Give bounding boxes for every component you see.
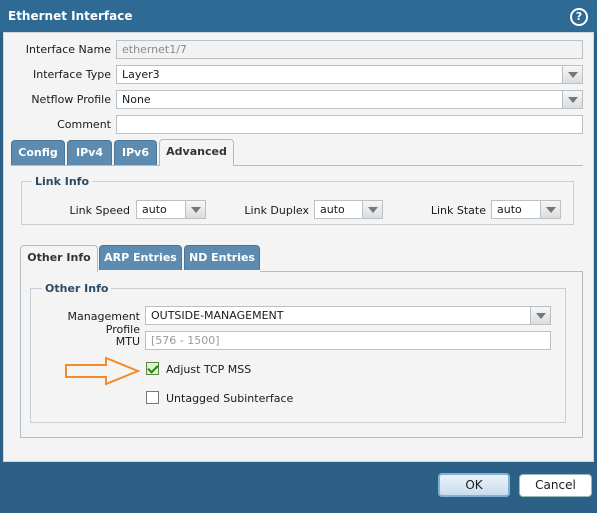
subtab-underline xyxy=(260,271,583,272)
subtab-arp-entries[interactable]: ARP Entries xyxy=(99,245,182,270)
untagged-subinterface-checkbox[interactable] xyxy=(146,391,159,404)
link-duplex-select[interactable]: auto xyxy=(314,200,383,219)
link-speed-label: Link Speed xyxy=(69,204,130,217)
link-info-title: Link Info xyxy=(32,175,93,188)
mtu-placeholder: [576 - 1500] xyxy=(151,334,220,347)
management-profile-select[interactable]: OUTSIDE-MANAGEMENT xyxy=(145,306,551,325)
chevron-down-icon[interactable] xyxy=(540,201,560,218)
chevron-down-icon[interactable] xyxy=(185,201,205,218)
chevron-down-icon[interactable] xyxy=(562,91,582,108)
comment-label: Comment xyxy=(57,118,111,131)
mtu-label: MTU xyxy=(115,335,140,348)
interface-type-value: Layer3 xyxy=(122,68,160,81)
other-info-title: Other Info xyxy=(42,282,112,295)
title-bar: Ethernet Interface ? xyxy=(0,0,597,32)
adjust-tcp-mss-checkbox[interactable] xyxy=(146,362,159,375)
interface-type-select[interactable]: Layer3 xyxy=(116,65,583,84)
untagged-subinterface-label: Untagged Subinterface xyxy=(166,392,294,405)
link-speed-select[interactable]: auto xyxy=(136,200,206,219)
netflow-profile-value: None xyxy=(122,93,151,106)
adjust-tcp-mss-label: Adjust TCP MSS xyxy=(166,363,252,376)
tab-config[interactable]: Config xyxy=(11,140,65,165)
tab-advanced[interactable]: Advanced xyxy=(159,139,234,166)
tab-ipv6[interactable]: IPv6 xyxy=(114,140,157,165)
arrow-right-icon xyxy=(65,356,141,386)
link-duplex-label: Link Duplex xyxy=(244,204,309,217)
interface-name-field: ethernet1/7 xyxy=(116,40,583,59)
link-state-label: Link State xyxy=(430,204,486,217)
netflow-profile-label: Netflow Profile xyxy=(31,93,111,106)
tab-underline-right xyxy=(233,165,583,166)
window-title: Ethernet Interface xyxy=(8,9,133,23)
management-profile-value: OUTSIDE-MANAGEMENT xyxy=(151,309,284,322)
link-duplex-value: auto xyxy=(320,203,345,216)
management-profile-label: Management Profile xyxy=(67,310,140,336)
interface-name-label: Interface Name xyxy=(25,43,111,56)
link-state-select[interactable]: auto xyxy=(491,200,561,219)
interface-type-label: Interface Type xyxy=(32,68,111,81)
chevron-down-icon[interactable] xyxy=(562,66,582,83)
chevron-down-icon[interactable] xyxy=(362,201,382,218)
link-state-value: auto xyxy=(497,203,522,216)
netflow-profile-select[interactable]: None xyxy=(116,90,583,109)
cancel-button[interactable]: Cancel xyxy=(519,474,592,497)
tab-ipv4[interactable]: IPv4 xyxy=(67,140,112,165)
subtab-other-info[interactable]: Other Info xyxy=(20,245,98,272)
chevron-down-icon[interactable] xyxy=(530,307,550,324)
help-icon[interactable]: ? xyxy=(570,8,588,26)
ok-button[interactable]: OK xyxy=(438,473,510,497)
comment-field[interactable] xyxy=(116,115,583,134)
subtab-nd-entries[interactable]: ND Entries xyxy=(184,245,260,270)
tab-underline-left xyxy=(11,165,159,166)
mtu-field[interactable]: [576 - 1500] xyxy=(145,331,551,350)
link-speed-value: auto xyxy=(142,203,167,216)
